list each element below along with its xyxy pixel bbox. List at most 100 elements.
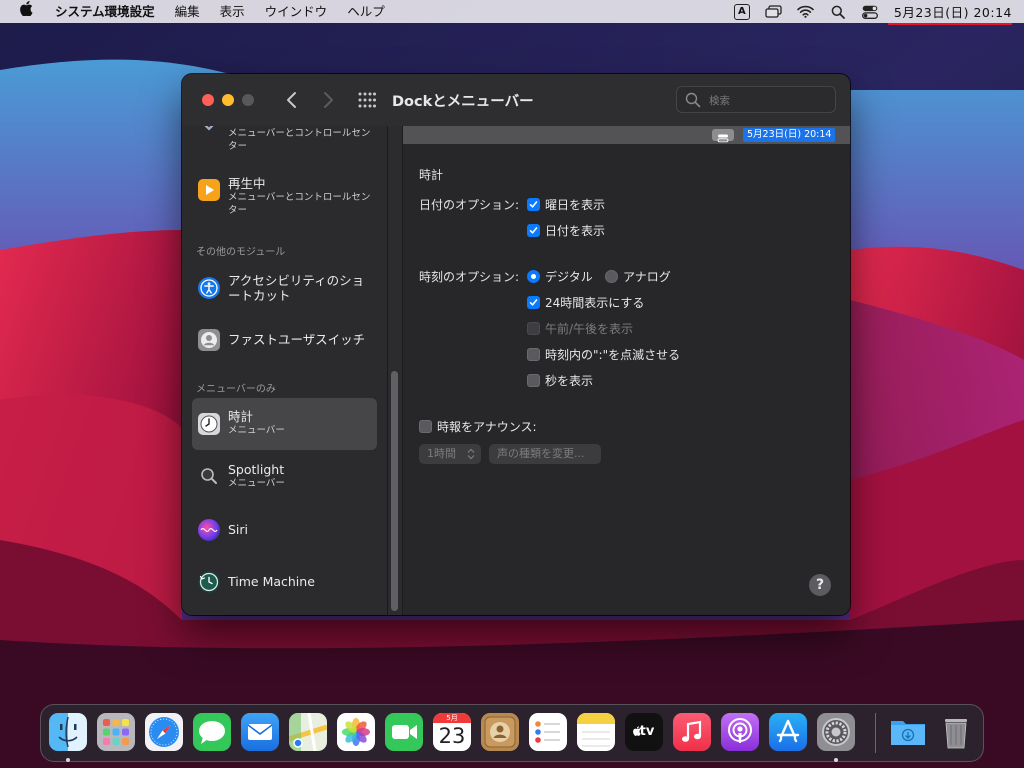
forward-arrow-icon[interactable] [318, 88, 338, 112]
show-weekday-checkbox[interactable]: 曜日を表示 [527, 196, 605, 213]
use-24h-label: 24時間表示にする [545, 296, 645, 310]
show-weekday-label: 曜日を表示 [545, 198, 606, 212]
calendar-app[interactable]: 5月 23 [433, 713, 471, 751]
window-titlebar: Dockとメニューバー [182, 74, 850, 126]
spotlight-search-icon[interactable] [822, 0, 854, 23]
show-seconds-label: 秒を表示 [545, 374, 594, 388]
search-input[interactable] [707, 91, 831, 111]
menubar-preview: 5月23日(日) 20:14 [403, 126, 850, 144]
facetime-app[interactable] [385, 713, 423, 751]
sidebar-item-siri[interactable]: Siri [192, 516, 377, 544]
sidebar-item-fast-user-switching[interactable]: ファストユーザスイッチ [192, 326, 377, 354]
window-title: Dockとメニューバー [392, 94, 534, 110]
wifi-icon[interactable] [790, 0, 822, 23]
podcasts-app[interactable] [721, 713, 759, 751]
reminders-app[interactable] [529, 713, 567, 751]
show-ampm-label: 午前/午後を表示 [545, 322, 634, 336]
contacts-app[interactable] [481, 713, 519, 751]
analog-radio[interactable]: アナログ [605, 268, 671, 285]
sidebar-item-control-center-module[interactable]: メニューバーとコントロールセンター [192, 126, 377, 158]
menu-app-name[interactable]: システム環境設定 [45, 0, 165, 23]
control-center-icon[interactable] [854, 0, 886, 23]
safari-app[interactable] [145, 713, 183, 751]
dock: 5月 23 tv [40, 704, 984, 762]
preview-clock-text: 5月23日(日) 20:14 [743, 128, 836, 142]
checkbox-unchecked-icon [527, 374, 540, 387]
back-arrow-icon[interactable] [282, 88, 302, 112]
notes-header [577, 713, 615, 724]
messages-app[interactable] [193, 713, 231, 751]
launchpad-app[interactable] [97, 713, 135, 751]
sidebar-item-accessibility-shortcuts[interactable]: アクセシビリティのショートカット [192, 268, 377, 312]
sidebar-item-title: 時計 [228, 409, 254, 424]
app-store-app[interactable] [769, 713, 807, 751]
music-app[interactable] [673, 713, 711, 751]
sidebar-item-now-playing[interactable]: 再生中 メニューバーとコントロールセンター [192, 174, 377, 222]
search-field[interactable] [676, 86, 836, 113]
sidebar-item-title: 再生中 [228, 176, 266, 191]
clock-highlight-underline [887, 23, 1012, 25]
mail-app[interactable] [241, 713, 279, 751]
dock-separator [875, 713, 876, 753]
sidebar-item-subtitle: メニューバー [228, 425, 285, 436]
tv-app[interactable]: tv [625, 713, 663, 751]
radio-unselected-icon [605, 270, 618, 283]
checkbox-checked-icon [527, 224, 540, 237]
menu-help[interactable]: ヘルプ [337, 0, 395, 23]
digital-label: デジタル [545, 270, 593, 284]
finder-app[interactable] [49, 713, 87, 751]
show-date-checkbox[interactable]: 日付を表示 [527, 222, 605, 239]
zoom-window-button[interactable] [242, 94, 254, 106]
show-seconds-checkbox[interactable]: 秒を表示 [527, 372, 593, 389]
menu-view[interactable]: 表示 [210, 0, 255, 23]
announce-interval-value: 1時間 [427, 447, 456, 460]
sidebar-item-clock[interactable]: 時計 メニューバー [192, 398, 377, 450]
menubar-clock[interactable]: 5月23日(日) 20:14 [886, 2, 1024, 25]
search-icon [685, 92, 701, 108]
running-indicator [834, 758, 838, 762]
flash-separators-label: 時刻内の":"を点滅させる [545, 348, 681, 362]
system-preferences-app[interactable] [817, 713, 855, 751]
digital-radio[interactable]: デジタル [527, 268, 593, 285]
announce-interval-popup: 1時間 [419, 444, 481, 464]
sidebar: メニューバーとコントロールセンター 再生中 メニューバーとコントロールセンター … [182, 126, 387, 615]
sidebar-item-time-machine[interactable]: Time Machine [192, 568, 377, 596]
screen-mirroring-icon[interactable] [758, 0, 790, 23]
use-24h-checkbox[interactable]: 24時間表示にする [527, 294, 644, 311]
show-all-grid-icon[interactable] [358, 92, 376, 108]
flash-separators-checkbox[interactable]: 時刻内の":"を点滅させる [527, 346, 680, 363]
sidebar-item-spotlight[interactable]: Spotlight メニューバー [192, 460, 377, 500]
trash[interactable] [937, 713, 975, 751]
sidebar-item-title: アクセシビリティのショートカット [228, 273, 365, 303]
help-button[interactable]: ? [809, 574, 831, 596]
close-window-button[interactable] [202, 94, 214, 106]
calendar-month: 5月 [433, 713, 471, 723]
notes-app[interactable] [577, 713, 615, 751]
checkbox-checked-icon [527, 296, 540, 309]
clock-icon [198, 413, 220, 435]
input-source-icon[interactable]: A [726, 0, 758, 23]
announce-time-checkbox[interactable]: 時報をアナウンス: [419, 418, 537, 435]
sidebar-header-other-modules: その他のモジュール [196, 247, 286, 258]
sidebar-item-subtitle: メニューバーとコントロールセンター [228, 192, 371, 216]
now-playing-icon [198, 179, 220, 201]
show-date-label: 日付を表示 [545, 224, 606, 238]
menu-edit[interactable]: 編集 [165, 0, 210, 23]
sidebar-header-menubar-only: メニューバーのみ [196, 384, 276, 395]
maps-app[interactable] [289, 713, 327, 751]
accessibility-icon [198, 277, 220, 299]
show-ampm-checkbox: 午前/午後を表示 [527, 320, 633, 337]
sidebar-scrollbar-thumb[interactable] [391, 371, 398, 611]
minimize-window-button[interactable] [222, 94, 234, 106]
sidebar-item-title: Time Machine [228, 574, 315, 589]
photos-app[interactable] [337, 713, 375, 751]
tv-label: tv [639, 724, 655, 739]
menubar-clock-text: 5月23日(日) 20:14 [893, 5, 1012, 20]
control-center-preview-icon [712, 129, 734, 143]
downloads-folder[interactable] [889, 713, 927, 751]
running-indicator [66, 758, 70, 762]
apple-menu-icon[interactable] [0, 0, 45, 23]
menu-window[interactable]: ウインドウ [255, 0, 338, 23]
checkbox-disabled-icon [527, 322, 540, 335]
control-center-module-icon [198, 126, 220, 142]
